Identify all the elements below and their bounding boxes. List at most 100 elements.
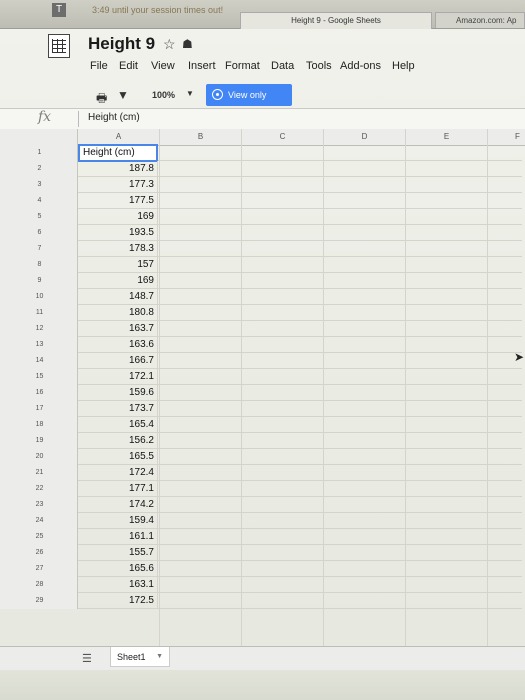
column-header-b[interactable]: B [160,129,242,145]
row-header[interactable]: 8 [0,257,78,273]
select-all-corner[interactable] [0,129,78,145]
cell[interactable]: 178.3 [78,241,158,257]
menu-item-data[interactable]: Data [271,60,294,72]
browser-tab-active[interactable]: Height 9 - Google Sheets [240,12,432,29]
browser-tab-other[interactable]: Amazon.com: Ap [435,12,525,28]
cell[interactable]: 159.6 [78,385,158,401]
row-header[interactable]: 1 [0,145,78,161]
sheet-tab[interactable]: Sheet1 ▼ [110,647,170,667]
menu-item-insert[interactable]: Insert [188,60,216,72]
row-header[interactable]: 17 [0,401,78,417]
row-header[interactable]: 3 [0,177,78,193]
row-header[interactable]: 18 [0,417,78,433]
cell[interactable]: 165.6 [78,561,158,577]
chevron-down-icon[interactable]: ▼ [186,89,194,98]
sheets-list-icon[interactable]: ☰ [82,652,92,665]
cell[interactable]: 173.7 [78,401,158,417]
row-header[interactable]: 24 [0,513,78,529]
row-header[interactable]: 20 [0,449,78,465]
document-title[interactable]: Height 9 [88,34,155,54]
menu-item-file[interactable]: File [90,60,108,72]
row-header[interactable]: 28 [0,577,78,593]
row-header[interactable]: 21 [0,465,78,481]
formula-input[interactable]: Height (cm) [88,112,140,123]
row-header[interactable]: 27 [0,561,78,577]
row-header[interactable]: 15 [0,369,78,385]
menu-item-view[interactable]: View [151,60,175,72]
cell[interactable]: 177.3 [78,177,158,193]
cell[interactable]: 157 [78,257,158,273]
session-timeout-text: 3:49 until your session times out! [92,5,224,15]
row-header[interactable]: 10 [0,289,78,305]
cell[interactable]: 166.7 [78,353,158,369]
cell[interactable]: 172.1 [78,369,158,385]
column-header-c[interactable]: C [242,129,324,145]
cell[interactable]: 159.4 [78,513,158,529]
row-header[interactable]: 7 [0,241,78,257]
chevron-down-icon[interactable]: ▼ [156,647,163,667]
cell[interactable]: 174.2 [78,497,158,513]
drive-icon[interactable]: ☗ [182,37,193,51]
formula-separator [78,111,79,127]
cell[interactable]: 172.5 [78,593,158,609]
cell[interactable]: 165.5 [78,449,158,465]
row-header[interactable]: 5 [0,209,78,225]
cell[interactable]: 148.7 [78,289,158,305]
menu-item-format[interactable]: Format [225,60,260,72]
column-header-e[interactable]: E [406,129,488,145]
cell-a1-selected[interactable]: Height (cm) [78,144,158,162]
zoom-select[interactable]: 100% [152,90,175,100]
table-row: 24 159.4 [0,513,522,529]
cell[interactable]: 177.1 [78,481,158,497]
sheet-tab-label: Sheet1 [117,652,146,662]
menu-item-tools[interactable]: Tools [306,60,332,72]
cell[interactable]: 180.8 [78,305,158,321]
cell[interactable]: 172.4 [78,465,158,481]
menu-item-edit[interactable]: Edit [119,60,138,72]
row-header[interactable]: 25 [0,529,78,545]
row-header[interactable]: 13 [0,337,78,353]
cell[interactable]: 163.1 [78,577,158,593]
cell[interactable]: 193.5 [78,225,158,241]
cell[interactable]: 163.6 [78,337,158,353]
cell[interactable]: 155.7 [78,545,158,561]
row-header[interactable]: 14 [0,353,78,369]
table-row: 27 165.6 [0,561,522,577]
filter-icon[interactable]: ▼ [117,88,129,102]
cell[interactable]: 169 [78,209,158,225]
cell[interactable]: 169 [78,273,158,289]
row-header[interactable]: 22 [0,481,78,497]
table-row: 18 165.4 [0,417,522,433]
app-icon: T [52,3,66,17]
column-header-f[interactable]: F [488,129,525,145]
cell[interactable]: 161.1 [78,529,158,545]
row-header[interactable]: 23 [0,497,78,513]
print-icon[interactable]: 🖶 [96,89,107,110]
sheets-logo-icon[interactable] [48,34,70,58]
cell[interactable]: 177.5 [78,193,158,209]
row-header[interactable]: 29 [0,593,78,609]
cell[interactable]: 156.2 [78,433,158,449]
menu-item-add-ons[interactable]: Add-ons [340,60,381,72]
row-header[interactable]: 26 [0,545,78,561]
row-header[interactable]: 9 [0,273,78,289]
star-icon[interactable]: ☆ [163,36,176,53]
cell[interactable]: 163.7 [78,321,158,337]
row-header[interactable]: 19 [0,433,78,449]
cell[interactable]: 165.4 [78,417,158,433]
row-header[interactable]: 4 [0,193,78,209]
row-header[interactable]: 16 [0,385,78,401]
menu-item-help[interactable]: Help [392,60,415,72]
column-header-d[interactable]: D [324,129,406,145]
row-header[interactable]: 12 [0,321,78,337]
screen-bezel [0,670,525,700]
view-only-button[interactable]: View only [206,84,292,106]
column-header-a[interactable]: A [78,129,160,145]
cell[interactable]: 187.8 [78,161,158,177]
table-row: 11 180.8 [0,305,522,321]
table-row: 8 157 [0,257,522,273]
screen: T 3:49 until your session times out! Hei… [0,0,525,700]
row-header[interactable]: 2 [0,161,78,177]
row-header[interactable]: 11 [0,305,78,321]
row-header[interactable]: 6 [0,225,78,241]
